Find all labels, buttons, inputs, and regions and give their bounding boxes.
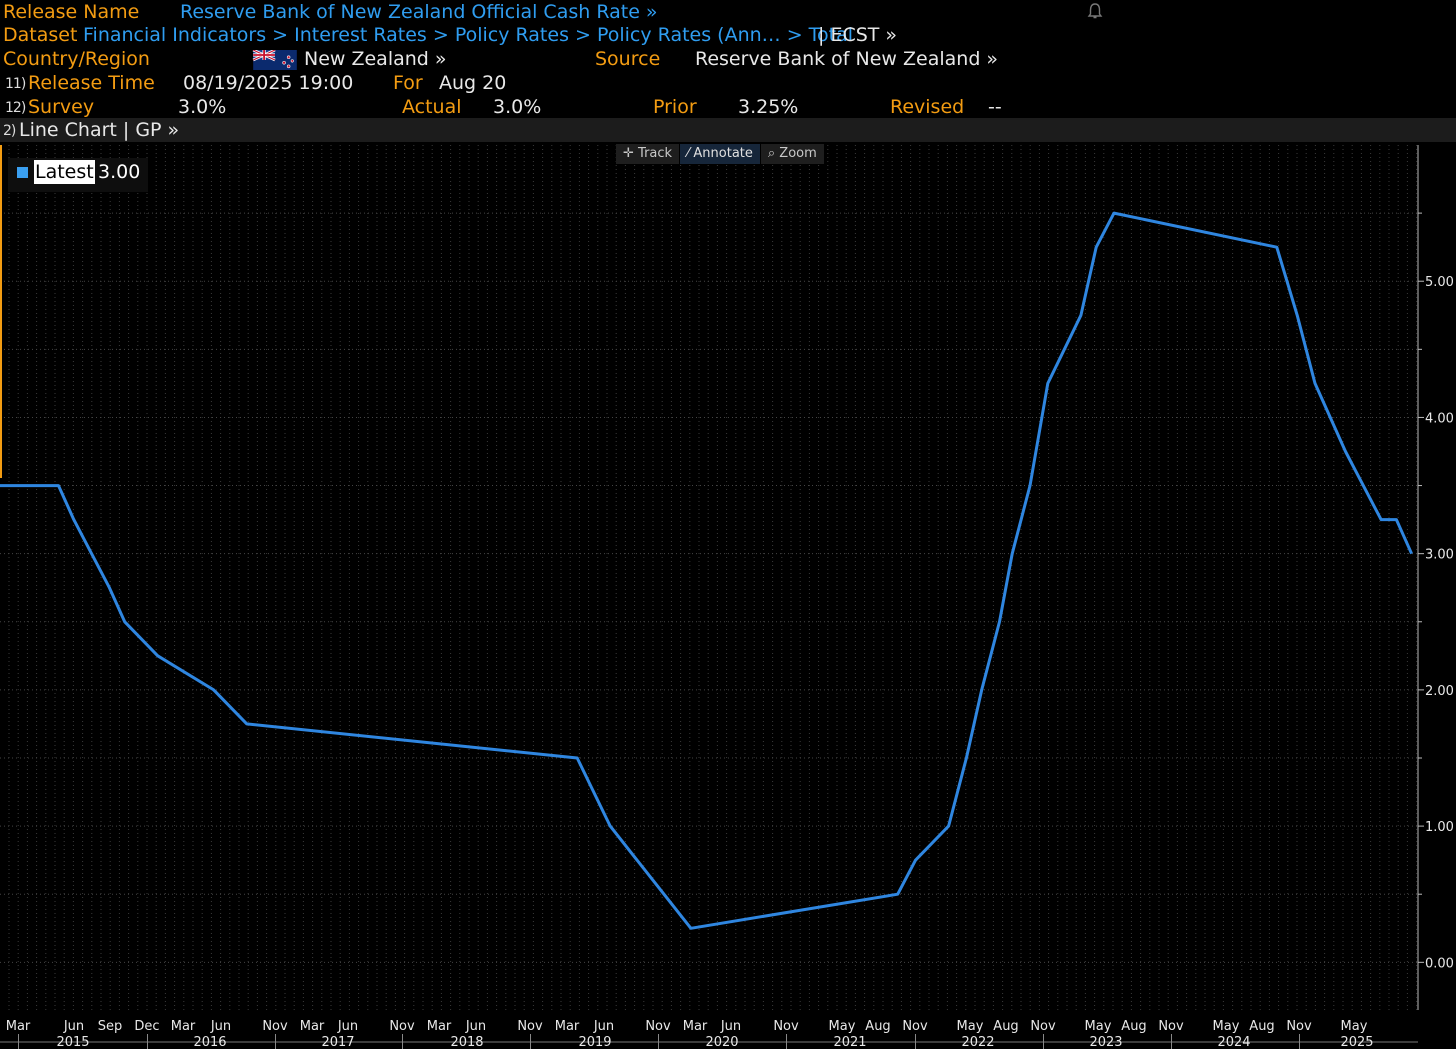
x-year-label: 2022 — [961, 1035, 994, 1049]
revised-value: -- — [988, 96, 1002, 118]
survey-value: 3.0% — [178, 96, 227, 118]
crosshair-icon: ✛ — [623, 146, 634, 161]
x-year-label: 2017 — [321, 1035, 354, 1049]
x-month-label: Jun — [210, 1019, 231, 1034]
survey-menu-number: 12) — [5, 100, 26, 116]
x-month-label: May — [829, 1019, 856, 1034]
x-month-label: May — [1085, 1019, 1112, 1034]
x-month-label: Aug — [993, 1019, 1018, 1034]
x-month-label: Mar — [427, 1019, 452, 1034]
x-month-label: Nov — [773, 1019, 799, 1034]
y-tick-label: 2.00 — [1425, 684, 1454, 699]
y-tick-label: 1.00 — [1425, 820, 1454, 835]
legend-swatch — [17, 167, 28, 178]
country-label: Country/Region — [3, 48, 150, 70]
x-month-label: Mar — [171, 1019, 196, 1034]
x-year-label: 2025 — [1340, 1035, 1373, 1049]
chart-legend[interactable]: Latest 3.00 — [8, 158, 148, 192]
chart-menu-number: 2) — [3, 123, 16, 139]
x-month-label: May — [957, 1019, 984, 1034]
x-month-label: Jun — [63, 1019, 84, 1034]
y-tick-label: 4.00 — [1425, 411, 1454, 426]
prior-label: Prior — [653, 96, 697, 118]
chart-menu-bar: 2) Line Chart | GP » — [0, 118, 1456, 142]
line-chart[interactable]: 0.00 1.00 2.00 3.00 4.00 5.00 Mar Jun Sep Dec Mar J… — [0, 142, 1456, 1049]
x-month-label: Aug — [865, 1019, 890, 1034]
x-month-label: Nov — [517, 1019, 543, 1034]
dataset-breadcrumb[interactable]: Financial Indicators > Interest Rates > … — [83, 23, 853, 47]
header-row-dataset: Dataset Financial Indicators > Interest … — [0, 23, 1456, 47]
chart-toolbar: ✛ Track ⁄ Annotate ⌕ Zoom — [616, 144, 825, 164]
x-month-label: Nov — [645, 1019, 671, 1034]
annotate-tool-button[interactable]: ⁄ Annotate — [680, 144, 761, 164]
x-month-label: May — [1341, 1019, 1368, 1034]
magnifier-icon: ⌕ — [767, 146, 776, 161]
x-month-label: Sep — [98, 1019, 123, 1034]
bell-icon[interactable] — [1085, 1, 1105, 21]
x-year-label: 2020 — [705, 1035, 738, 1049]
x-month-label: Nov — [262, 1019, 288, 1034]
header-row-country: Country/Region New Zealand » Source Rese… — [0, 47, 1456, 71]
header-row-survey: 12) Survey 3.0% Actual 3.0% Prior 3.25% … — [0, 95, 1456, 119]
pencil-icon: ⁄ — [687, 146, 690, 161]
x-month-label: Nov — [1286, 1019, 1312, 1034]
x-year-label: 2018 — [450, 1035, 483, 1049]
x-year-label: 2021 — [833, 1035, 866, 1049]
legend-label: Latest — [34, 160, 95, 184]
for-label: For — [393, 72, 423, 94]
source-label: Source — [595, 48, 661, 70]
prior-value: 3.25% — [738, 96, 799, 118]
chart-type-menu[interactable]: Line Chart | GP » — [19, 118, 179, 142]
revised-label: Revised — [890, 96, 965, 118]
annotate-label: Annotate — [693, 146, 753, 161]
x-year-label: 2023 — [1089, 1035, 1122, 1049]
track-tool-button[interactable]: ✛ Track — [616, 144, 681, 164]
header-row-release-time: 11) Release Time 08/19/2025 19:00 For Au… — [0, 71, 1456, 95]
dataset-label: Dataset — [3, 24, 78, 46]
x-month-label: May — [1213, 1019, 1240, 1034]
release-name-link[interactable]: Reserve Bank of New Zealand Official Cas… — [180, 0, 658, 24]
release-name-label: Release Name — [3, 1, 140, 23]
release-time-label[interactable]: Release Time — [28, 71, 155, 95]
source-value[interactable]: Reserve Bank of New Zealand » — [695, 47, 998, 71]
zoom-label: Zoom — [779, 146, 817, 161]
x-month-label: Dec — [134, 1019, 159, 1034]
zoom-tool-button[interactable]: ⌕ Zoom — [760, 144, 825, 164]
x-month-label: Nov — [1158, 1019, 1184, 1034]
x-month-label: Nov — [389, 1019, 415, 1034]
x-month-label: Mar — [555, 1019, 580, 1034]
actual-value: 3.0% — [493, 96, 542, 118]
x-month-label: Mar — [300, 1019, 325, 1034]
survey-label[interactable]: Survey — [28, 95, 94, 119]
for-value: Aug 20 — [439, 72, 507, 94]
x-month-label: Aug — [1121, 1019, 1146, 1034]
x-month-label: Jun — [593, 1019, 614, 1034]
x-year-label: 2019 — [578, 1035, 611, 1049]
x-month-label: Nov — [1030, 1019, 1056, 1034]
country-value[interactable]: New Zealand » — [304, 47, 447, 71]
x-year-label: 2016 — [193, 1035, 226, 1049]
y-tick-label: 5.00 — [1425, 275, 1454, 290]
x-month-label: Jun — [465, 1019, 486, 1034]
y-tick-label: 3.00 — [1425, 548, 1454, 563]
x-month-label: Aug — [1249, 1019, 1274, 1034]
release-time-menu-number: 11) — [5, 76, 26, 92]
x-year-label: 2015 — [56, 1035, 89, 1049]
actual-label: Actual — [402, 96, 462, 118]
x-month-label: Mar — [683, 1019, 708, 1034]
y-tick-label: 0.00 — [1425, 956, 1454, 971]
x-month-label: Nov — [902, 1019, 928, 1034]
dataset-ticker[interactable]: | ECST » — [818, 23, 897, 47]
release-time-value: 08/19/2025 19:00 — [183, 72, 354, 94]
new-zealand-flag-icon — [252, 47, 298, 71]
header-row-release-name: Release Name Reserve Bank of New Zealand… — [0, 0, 1456, 24]
x-month-label: Jun — [337, 1019, 358, 1034]
x-month-label: Mar — [6, 1019, 31, 1034]
track-label: Track — [638, 146, 673, 161]
x-month-label: Jun — [720, 1019, 741, 1034]
x-year-label: 2024 — [1217, 1035, 1250, 1049]
legend-value: 3.00 — [98, 161, 141, 183]
